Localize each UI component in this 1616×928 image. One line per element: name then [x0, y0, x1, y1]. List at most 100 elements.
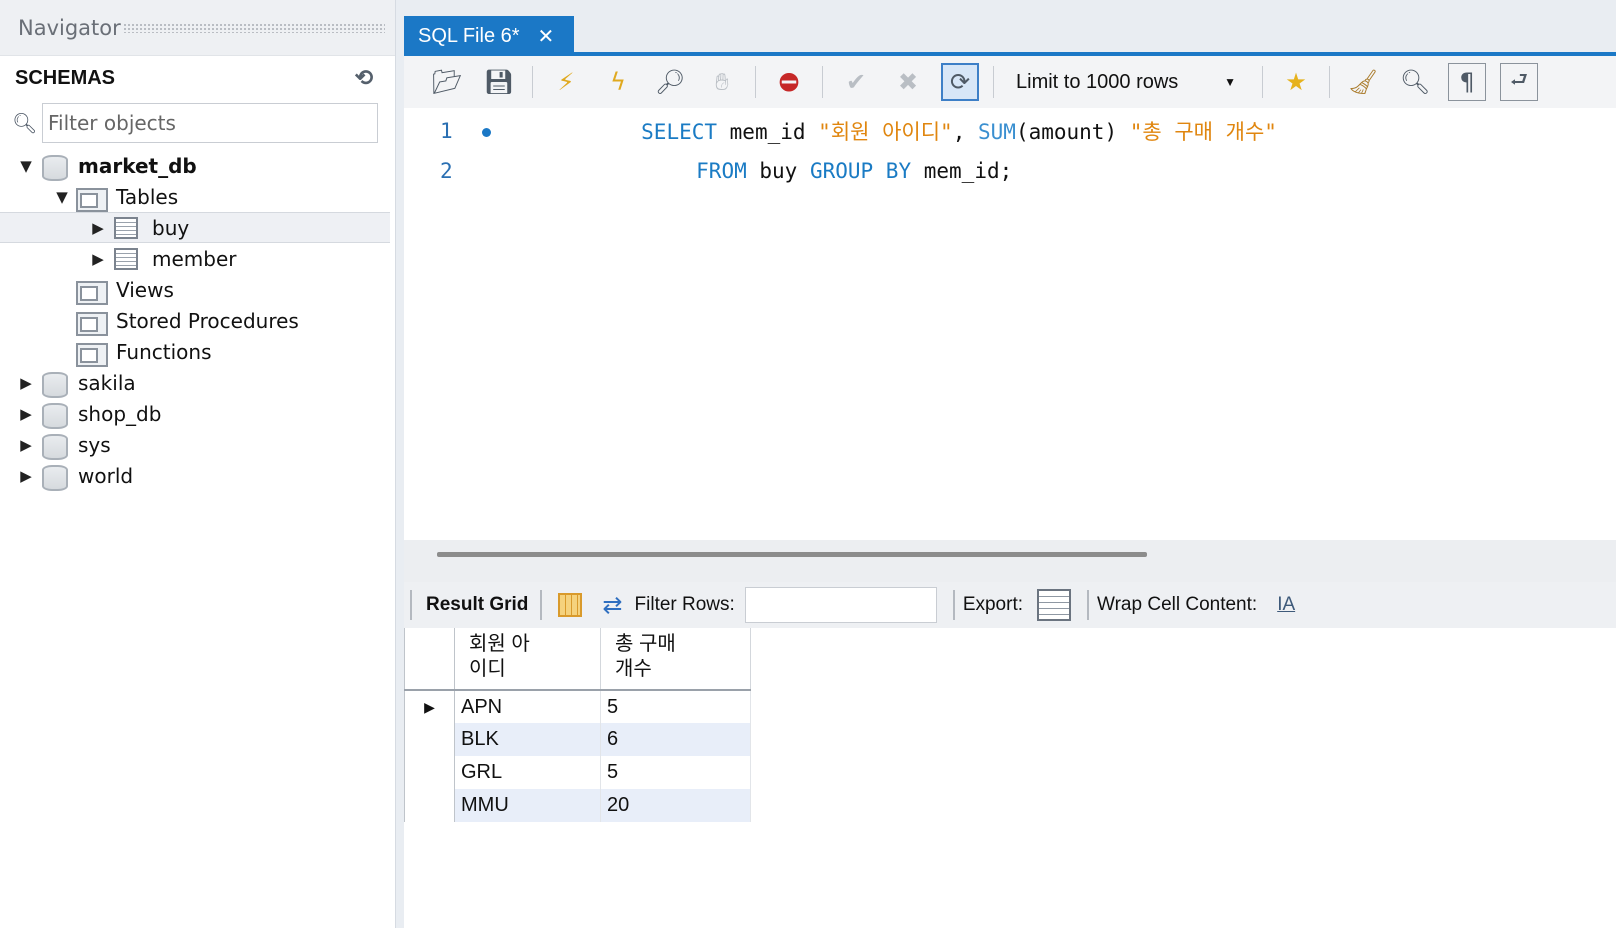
row-header: [404, 723, 455, 756]
filter-rows-input[interactable]: [744, 587, 937, 623]
close-tab-icon[interactable]: ✕: [538, 24, 555, 49]
schema-market-db[interactable]: ▼ market_db: [0, 150, 395, 181]
expand-down-icon[interactable]: ▼: [52, 187, 72, 207]
table-cell[interactable]: 5: [600, 756, 751, 789]
refresh-icon[interactable]: ⟲: [355, 65, 373, 91]
export-icon[interactable]: [1037, 589, 1072, 621]
wrap-lines-icon[interactable]: ⮐: [1500, 63, 1538, 101]
open-file-icon[interactable]: 📂︎: [428, 63, 466, 101]
table-cell[interactable]: 5: [600, 690, 751, 723]
drag-handle[interactable]: [122, 22, 385, 33]
toolbar-separator: [540, 590, 543, 620]
navigator-panel: Navigator SCHEMAS ⟲ 🔍︎ Filter objects ▼ …: [0, 0, 396, 928]
toolbar-separator: [1087, 590, 1090, 620]
table-row[interactable]: MMU 20: [404, 789, 751, 822]
result-grid: 회원 아 이디 총 구매 개수 ▶ APN 5 BLK 6 GRL 5 MMU …: [404, 628, 1616, 928]
chevron-down-icon: ▼: [1224, 75, 1236, 89]
table-row[interactable]: BLK 6: [404, 723, 751, 756]
search-icon: 🔍︎: [12, 111, 38, 135]
folder-icon: [76, 309, 108, 336]
expand-right-icon[interactable]: ▶: [16, 435, 36, 455]
save-icon[interactable]: 💾︎: [480, 63, 518, 101]
schema-sys[interactable]: ▶ sys: [0, 429, 395, 460]
workbench-window: Navigator SCHEMAS ⟲ 🔍︎ Filter objects ▼ …: [0, 0, 1616, 928]
toolbar-separator: [952, 590, 955, 620]
tab-label: SQL File 6*: [418, 24, 520, 47]
expand-right-icon[interactable]: ▶: [88, 218, 108, 238]
expand-down-icon[interactable]: ▼: [16, 156, 36, 176]
table-cell[interactable]: 6: [600, 723, 751, 756]
current-row-pointer-icon: ▶: [404, 690, 455, 723]
invisible-chars-pilcrow-icon[interactable]: ¶: [1448, 63, 1486, 101]
table-icon: [114, 216, 138, 239]
schema-label: sys: [78, 432, 111, 457]
tree-item-functions[interactable]: Functions: [0, 336, 395, 367]
schema-sakila[interactable]: ▶ sakila: [0, 367, 395, 398]
line-number: 1: [440, 119, 453, 143]
schema-label: world: [78, 463, 134, 488]
schema-world[interactable]: ▶ world: [0, 460, 395, 491]
wrap-cell-icon[interactable]: IA: [1277, 594, 1295, 616]
statement-marker-icon: [482, 128, 491, 137]
tree-item-stored-procedures[interactable]: Stored Procedures: [0, 305, 395, 336]
database-icon: [42, 370, 68, 398]
schema-label: sakila: [78, 370, 136, 395]
code-string: "총 구매 개수": [1129, 120, 1277, 144]
table-cell[interactable]: APN: [454, 690, 601, 723]
keyword-group-by: GROUP BY: [809, 159, 912, 183]
export-label: Export:: [962, 594, 1024, 615]
table-cell[interactable]: MMU: [454, 789, 601, 822]
code-identifier: mem_id;: [911, 159, 1013, 183]
schema-label: shop_db: [78, 401, 162, 426]
table-icon: [114, 247, 138, 270]
add-snippet-star-icon[interactable]: ★: [1277, 63, 1315, 101]
tree-item-buy[interactable]: ▶ buy: [0, 212, 390, 243]
grid-layout-icon[interactable]: [558, 593, 583, 617]
code-identifier: buy: [746, 159, 810, 183]
tree-item-views[interactable]: Views: [0, 274, 395, 305]
refresh-arrows-icon[interactable]: ⇄: [602, 591, 622, 620]
result-table: 회원 아 이디 총 구매 개수 ▶ APN 5 BLK 6 GRL 5 MMU …: [404, 628, 751, 822]
schema-label: market_db: [78, 153, 197, 178]
limit-rows-value: Limit to 1000 rows: [1016, 70, 1179, 93]
tab-sql-file-6[interactable]: SQL File 6* ✕: [404, 16, 574, 56]
filter-rows-label: Filter Rows:: [634, 594, 735, 615]
code-line-2: 2 FROM buy GROUP BY mem_id;: [404, 156, 1616, 186]
database-icon: [42, 463, 68, 491]
horizontal-scrollbar[interactable]: [404, 540, 1616, 582]
find-magnifier-icon[interactable]: 🔍︎: [1396, 63, 1434, 101]
column-header[interactable]: 회원 아 이디: [454, 628, 601, 691]
schemas-header: SCHEMAS ⟲: [0, 56, 395, 100]
tree-label: Stored Procedures: [116, 308, 299, 333]
table-cell[interactable]: 20: [600, 789, 751, 822]
expand-right-icon[interactable]: ▶: [16, 404, 36, 424]
scrollbar-thumb[interactable]: [437, 552, 1147, 557]
table-cell[interactable]: GRL: [454, 756, 601, 789]
beautify-broom-icon[interactable]: 🧹︎: [1344, 63, 1382, 101]
tree-item-tables[interactable]: ▼ Tables: [0, 181, 395, 212]
row-header: [404, 789, 455, 822]
expand-right-icon[interactable]: ▶: [16, 373, 36, 393]
result-grid-tab[interactable]: Result Grid: [426, 594, 528, 616]
result-toolbar: Result Grid ⇄ Filter Rows: Export: Wrap …: [404, 582, 1616, 628]
tree-label: Views: [116, 277, 174, 302]
table-row[interactable]: GRL 5: [404, 756, 751, 789]
column-header[interactable]: 총 구매 개수: [600, 628, 751, 691]
folder-icon: [76, 340, 108, 367]
expand-right-icon[interactable]: ▶: [16, 466, 36, 486]
sql-editor[interactable]: 1 SELECT mem_id "회원 아이디", SUM(amount) "총…: [404, 108, 1616, 540]
keyword-from: FROM: [696, 159, 747, 183]
filter-row: 🔍︎ Filter objects: [0, 100, 395, 146]
database-icon: [42, 153, 68, 181]
table-cell[interactable]: BLK: [454, 723, 601, 756]
database-icon: [42, 401, 68, 429]
toolbar-separator: [1329, 66, 1330, 98]
expand-right-icon[interactable]: ▶: [88, 249, 108, 269]
filter-objects-input[interactable]: Filter objects: [42, 103, 378, 143]
tree-item-member[interactable]: ▶ member: [0, 243, 395, 274]
schema-tree: ▼ market_db ▼ Tables ▶ buy ▶ member View…: [0, 150, 395, 491]
line-number: 2: [440, 159, 453, 183]
toolbar-separator: [532, 66, 533, 98]
schema-shop-db[interactable]: ▶ shop_db: [0, 398, 395, 429]
table-row[interactable]: ▶ APN 5: [404, 690, 751, 723]
